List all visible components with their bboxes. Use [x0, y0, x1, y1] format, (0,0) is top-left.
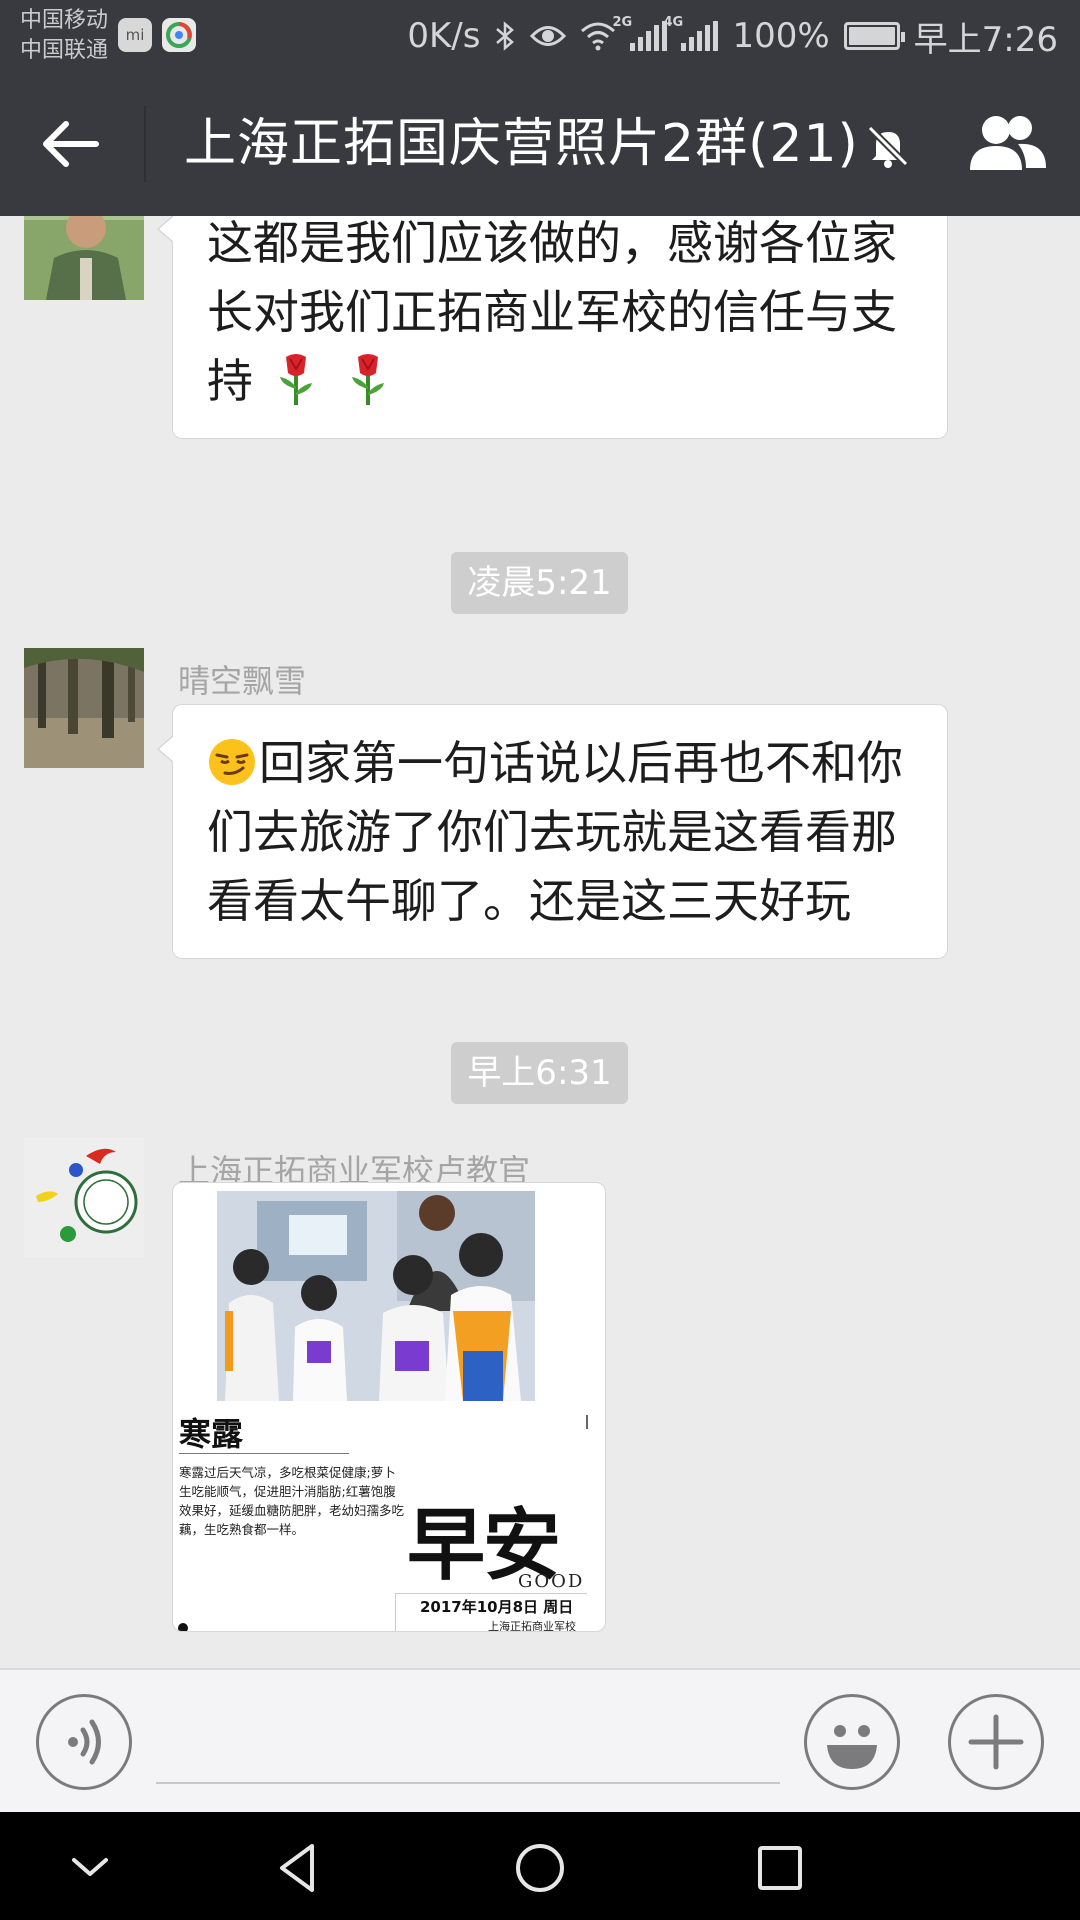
message-input[interactable] — [156, 1730, 780, 1784]
poster-good-text: GOOD — [518, 1571, 585, 1592]
back-triangle-icon — [280, 1844, 314, 1892]
rose-emoji — [279, 354, 312, 405]
system-navigation-bar — [0, 1812, 1080, 1920]
poster-subtitle: 寒露 — [179, 1415, 244, 1453]
battery-icon — [843, 22, 905, 50]
message-bubble[interactable]: 回家第一句话说以后再也不和你们去旅游了你们去玩就是这看看那看看太午聊了。还是这三… — [157, 704, 948, 959]
network-type-label: 2G — [612, 15, 633, 30]
more-button[interactable] — [948, 1694, 1044, 1790]
mi-app-icon: mi — [118, 18, 152, 52]
nav-home-button[interactable] — [510, 1838, 570, 1898]
time-divider: 早上6:31 — [451, 1042, 628, 1104]
clock: 早上7:26 — [913, 19, 1058, 60]
mute-bell-icon — [864, 122, 912, 170]
voice-icon — [68, 1719, 101, 1765]
home-circle-icon — [516, 1844, 564, 1892]
back-arrow-icon — [43, 121, 99, 167]
header-divider — [144, 106, 146, 182]
poster-divider — [586, 1415, 588, 1429]
status-bar: 中国移动 中国联通 mi 0K/s 2G 4G 100% 早上7:26 — [0, 0, 1080, 72]
message-list[interactable]: 这都是我们应该做的，感谢各位家长对我们正拓商业军校的信任与支持 凌晨5:21 晴… — [0, 216, 1080, 1668]
poster-body-text: 寒露过后天气凉，多吃根菜促健康;萝卜生吃能顺气，促进胆汁消脂肪;红薯饱腹效果好，… — [179, 1465, 405, 1537]
signal-icon: 4G — [663, 15, 719, 51]
recents-square-icon — [758, 1846, 802, 1890]
poster-date: 2017年10月8日 周日 — [420, 1598, 574, 1616]
browser-app-icon — [162, 18, 196, 52]
rose-emoji — [352, 354, 385, 405]
collapse-button[interactable] — [60, 1838, 120, 1898]
poster-divider — [179, 1453, 349, 1454]
time-divider: 凌晨5:21 — [451, 552, 628, 614]
group-members-icon — [970, 116, 1046, 170]
message-text: 回家第一句话说以后再也不和你们去旅游了你们去玩就是这看看那看看太午聊了。还是这三… — [207, 736, 903, 928]
chat-header: 上海正拓国庆营照片2群(21) — [0, 72, 1080, 216]
nav-recents-button[interactable] — [750, 1838, 810, 1898]
smirk-emoji — [209, 739, 255, 785]
eye-icon — [530, 26, 567, 46]
emoji-button[interactable] — [804, 1694, 900, 1790]
chat-title: 上海正拓国庆营照片2群(21) — [184, 114, 859, 174]
group-members-button[interactable] — [966, 110, 1048, 176]
signal-icon: 2G — [612, 15, 668, 51]
carrier-2: 中国联通 — [20, 38, 109, 63]
nav-back-button[interactable] — [270, 1838, 330, 1898]
input-bar — [0, 1668, 1080, 1812]
carrier-info: 中国移动 中国联通 — [20, 6, 108, 66]
status-indicators: 0K/s 2G 4G 100% 早上7:26 — [407, 12, 1058, 60]
carrier-1: 中国移动 — [20, 8, 109, 33]
image-message[interactable]: 寒露 寒露过后天气凉，多吃根菜促健康;萝卜生吃能顺气，促进胆汁消脂肪;红薯饱腹效… — [172, 1182, 606, 1632]
sender-avatar[interactable] — [24, 216, 144, 300]
network-type-label: 4G — [663, 15, 684, 30]
bluetooth-icon — [496, 21, 515, 51]
back-button[interactable] — [36, 112, 108, 176]
voice-button[interactable] — [36, 1694, 132, 1790]
poster-school: 上海正拓商业军校 — [488, 1620, 576, 1632]
sender-name: 晴空飘雪 — [178, 662, 307, 700]
network-speed: 0K/s — [407, 16, 481, 56]
battery-percent: 100% — [732, 16, 830, 56]
message-bubble[interactable]: 这都是我们应该做的，感谢各位家长对我们正拓商业军校的信任与支持 — [157, 216, 948, 439]
collapse-chevron-icon — [72, 1858, 108, 1876]
plus-icon — [968, 1714, 1024, 1770]
photo-image — [217, 1191, 535, 1401]
wifi-icon — [581, 22, 616, 51]
sender-avatar[interactable] — [24, 1138, 144, 1258]
emoji-icon — [827, 1725, 877, 1769]
sender-avatar[interactable] — [24, 648, 144, 768]
poster-dot — [178, 1623, 188, 1631]
poster-date-box: 2017年10月8日 周日 上海正拓商业军校 — [395, 1593, 587, 1632]
